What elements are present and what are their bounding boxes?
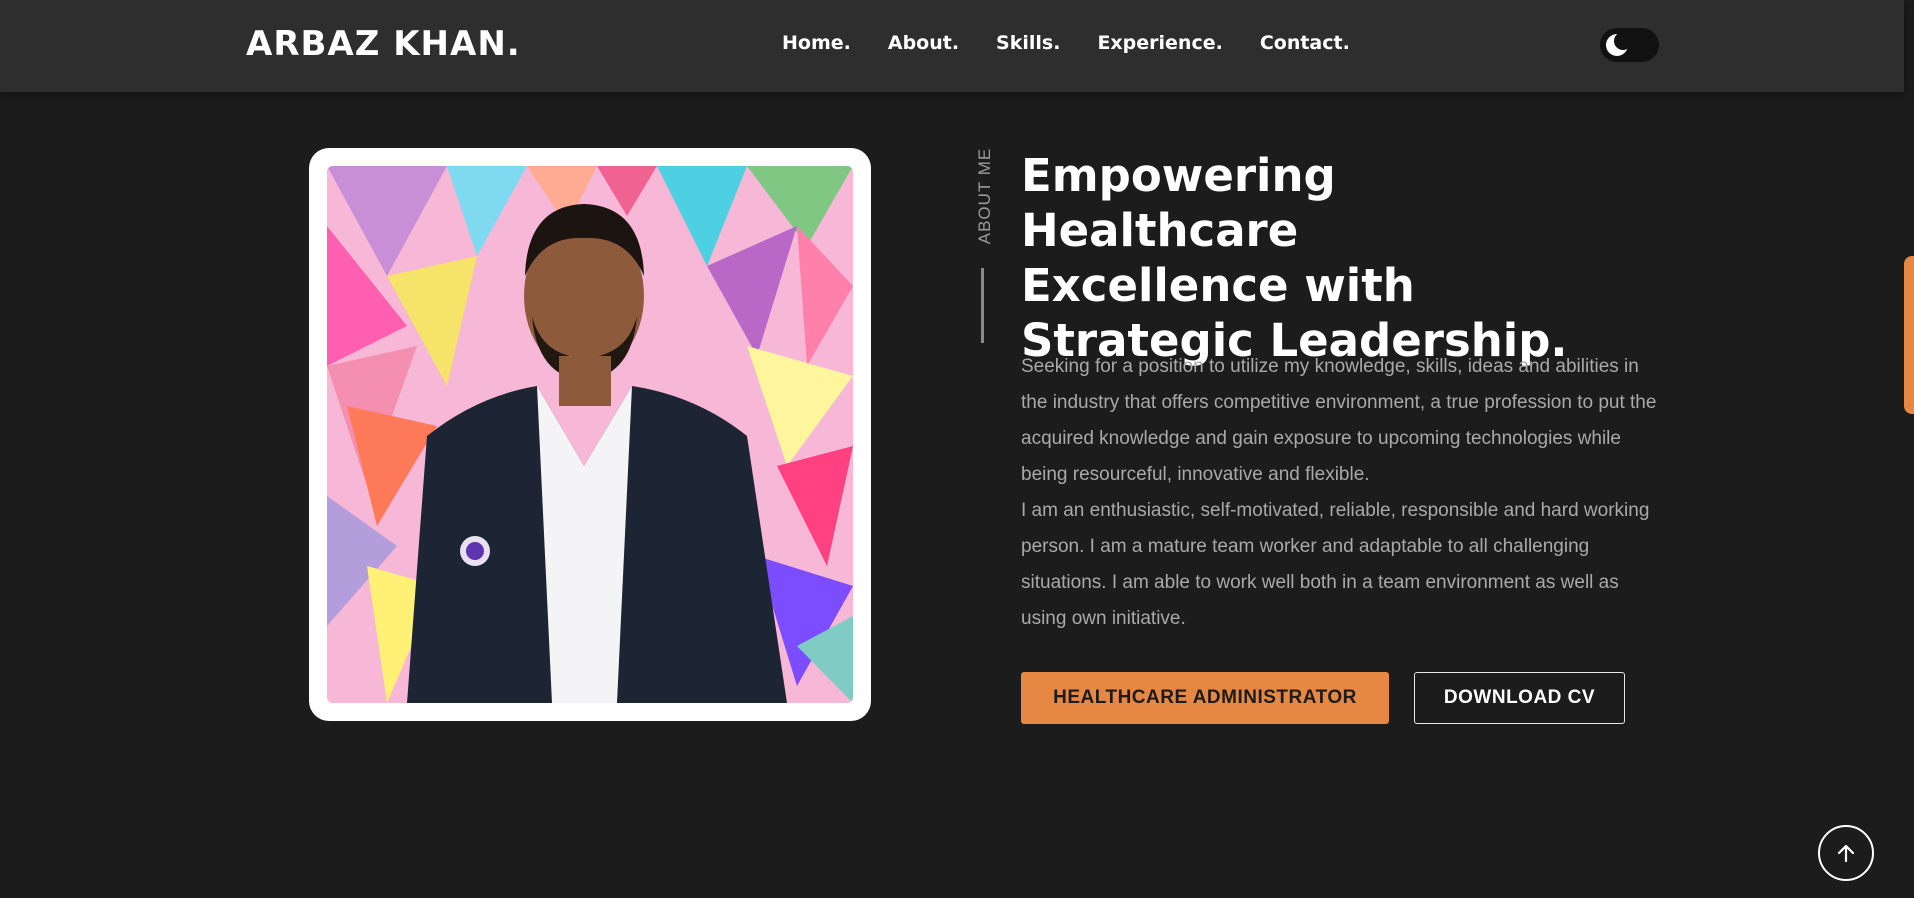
nav-link-contact[interactable]: Contact. (1260, 32, 1350, 54)
nav-link-experience[interactable]: Experience. (1097, 32, 1222, 54)
bio-paragraph-1: Seeking for a position to utilize my kno… (1021, 356, 1657, 485)
download-cv-button[interactable]: DOWNLOAD CV (1414, 672, 1625, 724)
theme-toggle[interactable] (1600, 28, 1659, 62)
healthcare-administrator-button[interactable]: HEALTHCARE ADMINISTRATOR (1021, 672, 1389, 724)
site-logo[interactable]: ARBAZ KHAN. (246, 24, 521, 64)
about-bio: Seeking for a position to utilize my kno… (1021, 349, 1661, 637)
about-divider-line (981, 268, 984, 343)
nav-links: Home. About. Skills. Experience. Contact… (782, 32, 1350, 54)
about-me-label-text: ABOUT ME (975, 147, 994, 245)
profile-photo (327, 166, 853, 703)
about-me-label: ABOUT ME (974, 148, 996, 244)
side-settings-tab[interactable] (1904, 256, 1914, 414)
navbar: ARBAZ KHAN. Home. About. Skills. Experie… (0, 0, 1904, 92)
about-heading: Empowering Healthcare Excellence with St… (1021, 148, 1621, 368)
bio-paragraph-2: I am an enthusiastic, self-motivated, re… (1021, 500, 1650, 629)
profile-photo-frame (309, 148, 871, 721)
nav-link-home[interactable]: Home. (782, 32, 851, 54)
moon-icon (1606, 32, 1630, 56)
heading-line-1: Empowering Healthcare (1021, 149, 1336, 257)
nav-link-skills[interactable]: Skills. (996, 32, 1060, 54)
nav-link-about[interactable]: About. (888, 32, 959, 54)
arrow-up-icon (1837, 844, 1855, 863)
scroll-to-top-button[interactable] (1818, 825, 1874, 881)
heading-line-2: Excellence with (1021, 259, 1415, 312)
